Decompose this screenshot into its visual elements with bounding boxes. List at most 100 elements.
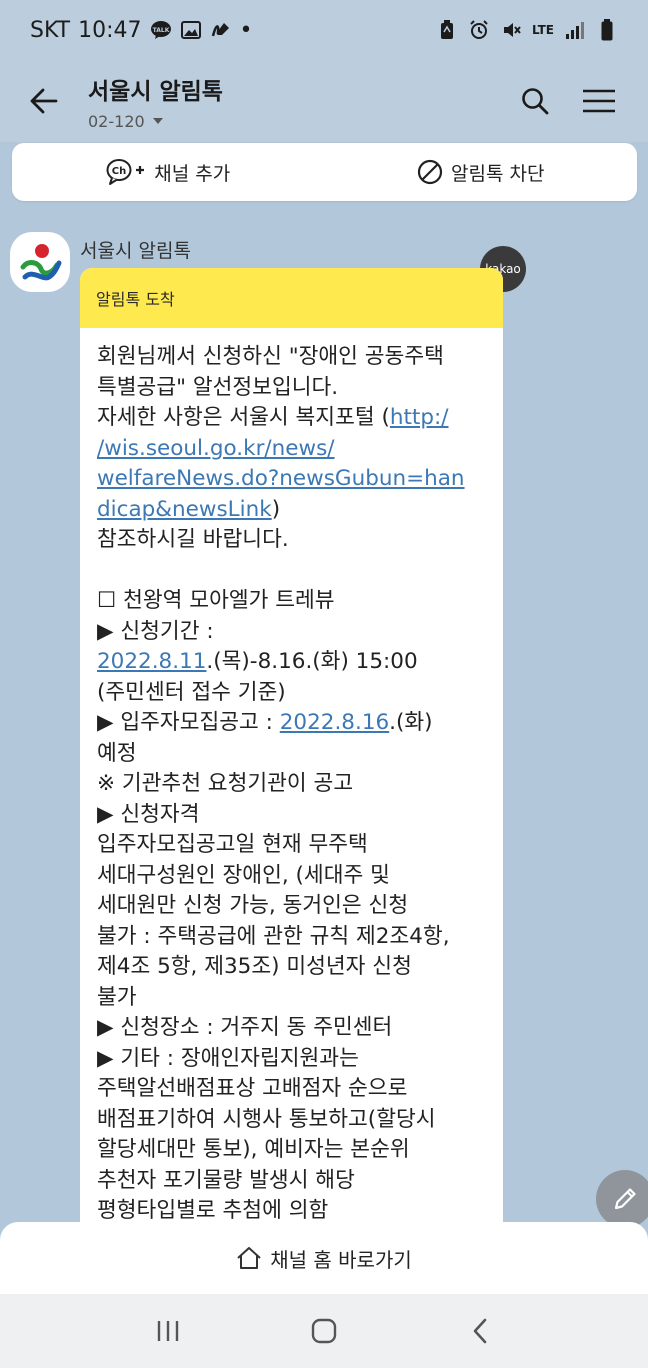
search-icon: [522, 88, 549, 115]
header-actions: [512, 78, 648, 124]
house-icon: [237, 1247, 261, 1269]
battery-icon: [596, 19, 618, 41]
channel-home-button[interactable]: 채널 홈 바로가기: [0, 1222, 648, 1294]
message-line: ▶ 기타 : 장애인자립지원과는: [97, 1044, 487, 1075]
message-line: 자세한 사항은 서울시 복지포털 (http:/: [97, 403, 487, 434]
message-body: 회원님께서 신청하신 "장애인 공동주택특별공급" 알선정보입니다. 자세한 사항…: [80, 328, 503, 1227]
message-text: ▶ 기타 : 장애인자립지원과는: [97, 1045, 359, 1071]
message-line: ▶ 신청기간 :: [97, 617, 487, 648]
chevron-left-icon: [473, 1318, 487, 1344]
message-line: 제4조 5항, 제35조) 미성년자 신청: [97, 952, 487, 983]
message-line: welfareNews.do?newsGubun=han: [97, 464, 487, 495]
kakaotalk-notification-icon: TALK: [150, 19, 172, 41]
message-text: 세대구성원인 장애인, (세대주 및: [97, 862, 390, 888]
chat-subtitle[interactable]: 02-120: [88, 112, 223, 131]
message-text: ▶ 신청기간 :: [97, 618, 214, 644]
seoul-logo: [20, 244, 62, 281]
message-line: (주민센터 접수 기준): [97, 678, 487, 709]
channel-action-bar: Ch 채널 추가 알림톡 차단: [12, 143, 637, 201]
message-line: 참조하시길 바랍니다.: [97, 525, 487, 556]
message-line: /wis.seoul.go.kr/news/: [97, 434, 487, 465]
message-line: 추천자 포기물량 발생시 해당: [97, 1166, 487, 1197]
block-alimtalk-label: 알림톡 차단: [451, 162, 545, 185]
message-line: 2022.8.11.(목)-8.16.(화) 15:00: [97, 647, 487, 678]
message-header: 알림톡 도착: [80, 268, 503, 328]
message-line: ▶ 입주자모집공고 : 2022.8.16.(화): [97, 708, 487, 739]
message-line: 주택알선배점표상 고배점자 순으로: [97, 1074, 487, 1105]
add-channel-label: 채널 추가: [154, 162, 231, 185]
chevron-down-icon: [152, 118, 163, 124]
message-text: (주민센터 접수 기준): [97, 679, 286, 705]
message-line: 예정: [97, 739, 487, 770]
message-text: 할당세대만 통보), 예비자는 본순위: [97, 1137, 410, 1162]
message-text: 제4조 5항, 제35조) 미성년자 신청: [97, 954, 412, 979]
message-text: 추천자 포기물량 발생시 해당: [97, 1167, 355, 1193]
block-icon: [417, 159, 443, 185]
message-text: 회원님께서 신청하신 "장애인 공동주택: [97, 344, 444, 369]
block-alimtalk-button[interactable]: 알림톡 차단: [325, 143, 638, 201]
message-text: 세대원만 신청 가능, 동거인은 신청: [97, 893, 409, 918]
message-line: ▶ 신청장소 : 거주지 동 주민센터: [97, 1013, 487, 1044]
message-link[interactable]: 2022.8.11: [97, 649, 206, 674]
status-right: LTE: [436, 19, 618, 41]
recent-apps-button[interactable]: [138, 1301, 198, 1361]
back-button[interactable]: [0, 60, 88, 142]
system-nav-bar: [0, 1294, 648, 1368]
message-text: 자세한 사항은 서울시 복지포털 (: [97, 405, 390, 430]
message-text: 예정: [97, 740, 137, 766]
hamburger-menu-icon: [583, 89, 615, 113]
talk-icon-text: TALK: [152, 27, 169, 34]
menu-button[interactable]: [576, 78, 622, 124]
message-line: 입주자모집공고일 현재 무주택: [97, 830, 487, 861]
message-link[interactable]: 2022.8.16: [280, 710, 389, 735]
add-channel-button[interactable]: Ch 채널 추가: [12, 143, 325, 201]
message-line: 회원님께서 신청하신 "장애인 공동주택: [97, 342, 487, 373]
signature-notification-icon: [210, 19, 232, 41]
message-text: 특별공급" 알선정보입니다.: [97, 374, 339, 400]
phone-number: 02-120: [88, 111, 145, 131]
chat-title-block[interactable]: 서울시 알림톡 02-120: [88, 72, 223, 131]
gallery-notification-icon: [180, 19, 202, 41]
message-text: .(화): [389, 710, 433, 735]
message-text: ▶ 신청자격: [97, 801, 200, 827]
chat-header: 서울시 알림톡 02-120: [0, 60, 648, 142]
search-button[interactable]: [512, 78, 558, 124]
channel-icon-text: Ch: [112, 166, 126, 177]
sender-name: 서울시 알림톡: [80, 240, 191, 262]
more-notifications-dot: •: [239, 17, 253, 43]
message-line: ▶ 신청자격: [97, 800, 487, 831]
message-link[interactable]: dicap&newsLink: [97, 497, 272, 522]
back-nav-button[interactable]: [450, 1301, 510, 1361]
clock: 10:47: [78, 17, 142, 43]
message-line: dicap&newsLink): [97, 495, 487, 526]
mute-icon: [500, 19, 522, 41]
battery-saver-icon: [436, 19, 458, 41]
avatar[interactable]: [10, 232, 70, 292]
chat-plus-icon: Ch: [106, 159, 145, 185]
message-link[interactable]: http:/: [390, 405, 449, 430]
message-link[interactable]: /wis.seoul.go.kr/news/: [97, 436, 335, 461]
pencil-icon: [614, 1188, 636, 1210]
home-nav-button[interactable]: [294, 1301, 354, 1361]
message-text: 참조하시길 바랍니다.: [97, 527, 289, 552]
message-bubble[interactable]: 알림톡 도착 회원님께서 신청하신 "장애인 공동주택특별공급" 알선정보입니다…: [80, 268, 503, 1368]
channel-home-label: 채널 홈 바로가기: [270, 1247, 412, 1272]
status-left: SKT 10:47 TALK •: [30, 18, 253, 43]
message-text: 불가: [97, 984, 137, 1010]
message-text: 평형타입별로 추첨에 의함: [97, 1198, 329, 1223]
alarm-icon: [468, 19, 490, 41]
signal-icon: [564, 19, 586, 41]
message-line: 할당세대만 통보), 예비자는 본순위: [97, 1135, 487, 1166]
message-text: ▶ 신청장소 : 거주지 동 주민센터: [97, 1015, 393, 1040]
message-line: 세대구성원인 장애인, (세대주 및: [97, 861, 487, 892]
message-text: 주택알선배점표상 고배점자 순으로: [97, 1076, 408, 1101]
compose-button[interactable]: [596, 1170, 648, 1228]
message-line: 특별공급" 알선정보입니다.: [97, 373, 487, 404]
message-line: 세대원만 신청 가능, 동거인은 신청: [97, 891, 487, 922]
carrier-label: SKT: [30, 17, 71, 43]
message-line: 배점표기하여 시행사 통보하고(할당시: [97, 1105, 487, 1136]
message-text: ): [271, 496, 281, 522]
network-type: LTE: [531, 23, 554, 37]
message-link[interactable]: welfareNews.do?newsGubun=han: [97, 466, 465, 491]
message-text: ※ 기관추천 요청기관이 공고: [97, 771, 354, 796]
